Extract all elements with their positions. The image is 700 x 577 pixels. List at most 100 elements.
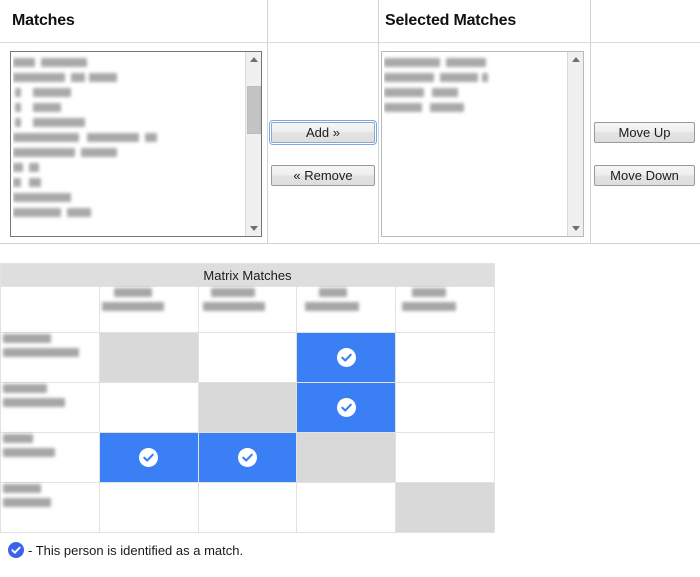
redacted-text: [13, 73, 65, 82]
redacted-text: [3, 498, 51, 507]
matrix-column-name: [100, 287, 198, 332]
redacted-text: [33, 118, 85, 127]
matrix-row: [0, 382, 495, 433]
redacted-text: [15, 118, 21, 127]
list-item[interactable]: [13, 190, 243, 205]
redacted-text: [13, 193, 71, 202]
move-down-button[interactable]: Move Down: [594, 165, 695, 186]
matrix-cell-match[interactable]: [98, 432, 199, 483]
matrix-cell-empty[interactable]: [197, 482, 298, 533]
matrix-matches-caption: Matrix Matches: [0, 263, 495, 287]
selected-matches-scrollbar[interactable]: [567, 52, 583, 236]
matches-scrollbar-thumb[interactable]: [247, 86, 261, 134]
matrix-matches-section: Matrix Matches: [0, 263, 495, 533]
list-item[interactable]: [13, 70, 243, 85]
matrix-column-header: [197, 286, 298, 333]
matches-panel-title: Matches: [12, 12, 75, 29]
list-item[interactable]: [13, 55, 243, 70]
check-circle-icon: [336, 348, 356, 367]
matrix-column-header-row: [0, 286, 495, 333]
matrix-cell-self: [296, 432, 397, 483]
matrix-cell-match[interactable]: [197, 432, 298, 483]
redacted-text: [412, 288, 447, 297]
matrix-cell-empty[interactable]: [98, 482, 199, 533]
matches-scrollbar[interactable]: [245, 52, 261, 236]
redacted-text: [440, 73, 478, 82]
check-circle-icon: [8, 542, 24, 558]
check-circle-icon: [139, 448, 159, 467]
redacted-text: [430, 103, 464, 112]
matrix-row-name: [1, 333, 99, 382]
redacted-text: [71, 73, 85, 82]
header-rule: [0, 42, 700, 43]
redacted-text: [81, 148, 117, 157]
redacted-text: [446, 58, 486, 67]
redacted-text: [15, 103, 21, 112]
add-button[interactable]: Add »: [269, 120, 377, 145]
redacted-text: [319, 288, 348, 297]
redacted-text: [29, 178, 41, 187]
list-item[interactable]: [13, 160, 243, 175]
match-selection-panel: Matches Selected Matches Add » « Remove …: [0, 0, 700, 244]
matrix-body: [0, 332, 495, 533]
list-item[interactable]: [384, 100, 565, 115]
list-item[interactable]: [13, 205, 243, 220]
redacted-text: [33, 103, 61, 112]
list-item[interactable]: [13, 115, 243, 130]
redacted-text: [33, 88, 71, 97]
matrix-cell-self: [197, 382, 298, 433]
matrix-cell-empty[interactable]: [395, 332, 495, 383]
matrix-row-name: [1, 383, 99, 432]
matrix-cell-self: [98, 332, 199, 383]
matrix-legend: - This person is identified as a match.: [8, 542, 243, 558]
matrix-row-name: [1, 433, 99, 482]
matrix-cell-empty[interactable]: [98, 382, 199, 433]
scroll-down-arrow-icon[interactable]: [568, 220, 583, 236]
matrix-column-name: [199, 287, 297, 332]
matrix-column-header: [296, 286, 397, 333]
list-item[interactable]: [384, 70, 565, 85]
matrix-row-header: [0, 432, 100, 483]
redacted-text: [101, 302, 164, 311]
redacted-text: [67, 208, 91, 217]
redacted-text: [13, 133, 79, 142]
matches-listbox[interactable]: [10, 51, 262, 237]
redacted-text: [3, 484, 41, 493]
matrix-cell-empty[interactable]: [395, 432, 495, 483]
redacted-text: [13, 58, 35, 67]
scroll-down-arrow-icon[interactable]: [246, 220, 261, 236]
panel-divider-3: [590, 0, 591, 243]
matrix-cell-match[interactable]: [296, 382, 397, 433]
move-up-button[interactable]: Move Up: [594, 122, 695, 143]
selected-matches-listbox[interactable]: [381, 51, 584, 237]
selected-matches-list-items[interactable]: [384, 55, 565, 234]
list-item[interactable]: [13, 130, 243, 145]
list-item[interactable]: [384, 55, 565, 70]
matrix-cell-empty[interactable]: [296, 482, 397, 533]
redacted-text: [41, 58, 87, 67]
matches-list-items[interactable]: [13, 55, 243, 234]
legend-text: - This person is identified as a match.: [28, 542, 244, 558]
list-item[interactable]: [13, 85, 243, 100]
redacted-text: [3, 334, 51, 343]
matrix-column-name: [297, 287, 395, 332]
redacted-text: [3, 384, 47, 393]
remove-button[interactable]: « Remove: [271, 165, 375, 186]
matrix-cell-empty[interactable]: [395, 382, 495, 433]
scroll-up-arrow-icon[interactable]: [568, 52, 583, 68]
matrix-row-header: [0, 332, 100, 383]
list-item[interactable]: [384, 85, 565, 100]
matrix-row-header: [0, 482, 100, 533]
redacted-text: [13, 178, 21, 187]
matrix-column-header: [395, 286, 495, 333]
redacted-text: [89, 73, 117, 82]
list-item[interactable]: [13, 175, 243, 190]
matrix-cell-self: [395, 482, 495, 533]
matrix-cell-empty[interactable]: [197, 332, 298, 383]
list-item[interactable]: [13, 100, 243, 115]
matrix-cell-match[interactable]: [296, 332, 397, 383]
matrix-row-header: [0, 382, 100, 433]
list-item[interactable]: [13, 145, 243, 160]
scroll-up-arrow-icon[interactable]: [246, 52, 261, 68]
redacted-text: [3, 434, 33, 443]
